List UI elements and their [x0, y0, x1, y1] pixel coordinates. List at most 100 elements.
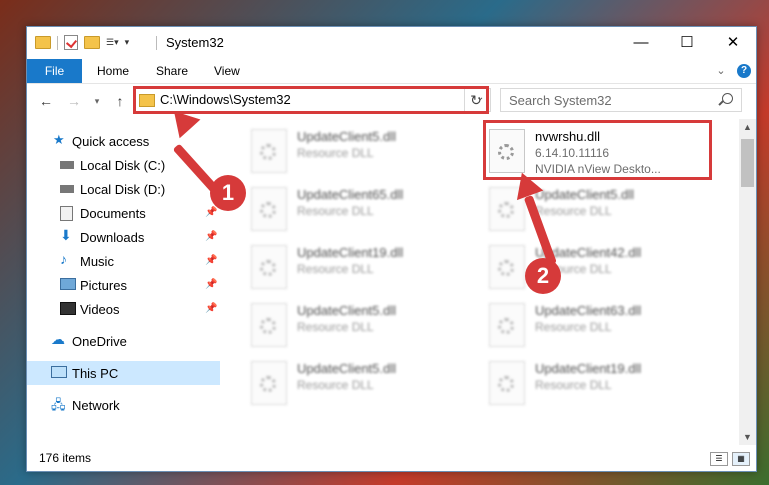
file-name: UpdateClient65.dll	[297, 187, 404, 202]
dll-file-icon	[251, 361, 287, 405]
separator	[57, 35, 58, 50]
file-type: Resource DLL	[297, 262, 374, 276]
dll-file-icon	[251, 245, 287, 289]
folder-icon[interactable]	[35, 36, 51, 49]
large-icons-view-icon[interactable]: ▦	[732, 452, 750, 466]
details-view-icon[interactable]: ☰	[710, 452, 728, 466]
cloud-icon: ☁	[51, 331, 65, 347]
sidebar-item-label: Local Disk (D:)	[80, 182, 166, 197]
sidebar-item-onedrive[interactable]: ☁ OneDrive	[27, 329, 220, 353]
close-button[interactable]: ✕	[710, 27, 756, 59]
search-icon[interactable]	[722, 93, 733, 104]
drive-icon	[60, 185, 74, 193]
tab-view[interactable]: View	[214, 59, 240, 83]
pin-icon[interactable]: 📌	[205, 279, 217, 290]
pin-icon[interactable]: 📌	[205, 255, 217, 266]
qat-dropdown-icon[interactable]: ▾	[125, 37, 130, 48]
file-type: Resource DLL	[297, 320, 374, 334]
search-input[interactable]	[507, 92, 711, 109]
search-box[interactable]	[500, 88, 742, 112]
pin-icon[interactable]: 📌	[205, 207, 217, 218]
drive-icon	[60, 161, 74, 169]
title-bar: ☰▾ ▾ System32 — ☐ ✕	[27, 27, 756, 59]
title-separator	[156, 36, 157, 50]
sidebar-item-label: Documents	[80, 206, 146, 221]
explorer-window: ☰▾ ▾ System32 — ☐ ✕ File Home Share View…	[26, 26, 757, 472]
file-name: UpdateClient5.dll	[297, 303, 397, 318]
network-icon: 🖧	[51, 397, 66, 412]
file-type: Resource DLL	[297, 146, 374, 160]
sidebar-item-quick-access[interactable]: ★ Quick access	[27, 129, 220, 153]
back-icon[interactable]: ←	[37, 92, 55, 110]
vertical-scrollbar[interactable]: ▲ ▼	[739, 119, 756, 445]
forward-icon[interactable]: →	[65, 92, 83, 110]
properties-icon[interactable]	[64, 35, 78, 50]
maximize-button[interactable]: ☐	[664, 27, 710, 59]
dll-file-icon	[489, 245, 525, 289]
up-icon[interactable]: ↑	[111, 92, 129, 110]
file-item[interactable]: UpdateClient5.dll Resource DLL	[241, 297, 471, 353]
quick-access-toolbar: ☰▾ ▾	[35, 35, 129, 50]
file-type: Resource DLL	[297, 378, 374, 392]
file-name: UpdateClient63.dll	[535, 303, 642, 318]
file-name: UpdateClient5.dll	[297, 361, 397, 376]
sidebar-item-label: This PC	[72, 366, 119, 381]
download-arrow-icon: ⬇	[60, 227, 72, 243]
sidebar-item-label: Network	[72, 398, 120, 413]
sidebar-item-label: OneDrive	[72, 334, 127, 349]
file-item[interactable]: UpdateClient5.dll Resource DLL	[241, 123, 471, 179]
computer-icon	[51, 366, 67, 378]
sidebar-item-network[interactable]: 🖧 Network	[27, 393, 220, 417]
sidebar-item-music[interactable]: ♪ Music 📌	[27, 249, 220, 273]
sidebar-item-downloads[interactable]: ⬇ Downloads 📌	[27, 225, 220, 249]
file-name: UpdateClient19.dll	[297, 245, 404, 260]
window-title: System32	[166, 35, 224, 50]
ribbon-tabs: File Home Share View ⌄ ?	[27, 59, 756, 84]
sidebar-item-label: Downloads	[80, 230, 145, 245]
file-type: Resource DLL	[535, 378, 612, 392]
file-item[interactable]: UpdateClient42.dll Resource DLL	[479, 239, 709, 295]
file-item[interactable]: UpdateClient63.dll Resource DLL	[479, 297, 709, 353]
step-badge-1: 1	[210, 175, 246, 211]
file-type: Resource DLL	[297, 204, 374, 218]
file-item[interactable]: UpdateClient65.dll Resource DLL	[241, 181, 471, 237]
tab-share[interactable]: Share	[156, 59, 188, 83]
tab-file[interactable]: File	[27, 59, 82, 83]
file-name: UpdateClient5.dll	[297, 129, 397, 144]
scroll-up-icon[interactable]: ▲	[739, 119, 756, 135]
dll-file-icon	[251, 303, 287, 347]
navigation-bar: ← → ▾ ↑ C:\Windows\System32 ⌄ ↻	[27, 84, 756, 118]
customize-icon[interactable]: ☰▾	[106, 37, 119, 48]
file-name: UpdateClient19.dll	[535, 361, 642, 376]
pin-icon[interactable]: 📌	[205, 231, 217, 242]
recent-locations-icon[interactable]: ▾	[91, 92, 103, 110]
sidebar-item-this-pc[interactable]: This PC	[27, 361, 220, 385]
sidebar-item-videos[interactable]: Videos 📌	[27, 297, 220, 321]
sidebar-item-label: Pictures	[80, 278, 127, 293]
scroll-down-icon[interactable]: ▼	[739, 429, 756, 445]
sidebar-item-label: Videos	[80, 302, 120, 317]
dll-file-icon	[489, 303, 525, 347]
document-icon	[60, 206, 73, 221]
dll-file-icon	[251, 129, 287, 173]
star-icon: ★	[53, 132, 65, 147]
expand-ribbon-icon[interactable]: ⌄	[713, 63, 729, 79]
file-highlight-box	[483, 120, 712, 180]
sidebar-item-label: Music	[80, 254, 114, 269]
file-name: UpdateClient5.dll	[535, 187, 635, 202]
file-type: Resource DLL	[535, 204, 612, 218]
sidebar-item-pictures[interactable]: Pictures 📌	[27, 273, 220, 297]
tab-home[interactable]: Home	[97, 59, 129, 83]
file-item[interactable]: UpdateClient19.dll Resource DLL	[241, 239, 471, 295]
scroll-thumb[interactable]	[741, 139, 754, 187]
minimize-button[interactable]: —	[618, 27, 664, 59]
file-item[interactable]: UpdateClient5.dll Resource DLL	[241, 355, 471, 411]
sidebar-item-documents[interactable]: Documents 📌	[27, 201, 220, 225]
new-folder-icon[interactable]	[84, 36, 100, 49]
file-item[interactable]: UpdateClient19.dll Resource DLL	[479, 355, 709, 411]
pin-icon[interactable]: 📌	[205, 303, 217, 314]
status-bar: 176 items ☰ ▦	[27, 445, 756, 471]
sidebar-item-local-disk-d[interactable]: Local Disk (D:)	[27, 177, 220, 201]
step-badge-2: 2	[525, 258, 561, 294]
help-icon[interactable]: ?	[737, 64, 751, 78]
